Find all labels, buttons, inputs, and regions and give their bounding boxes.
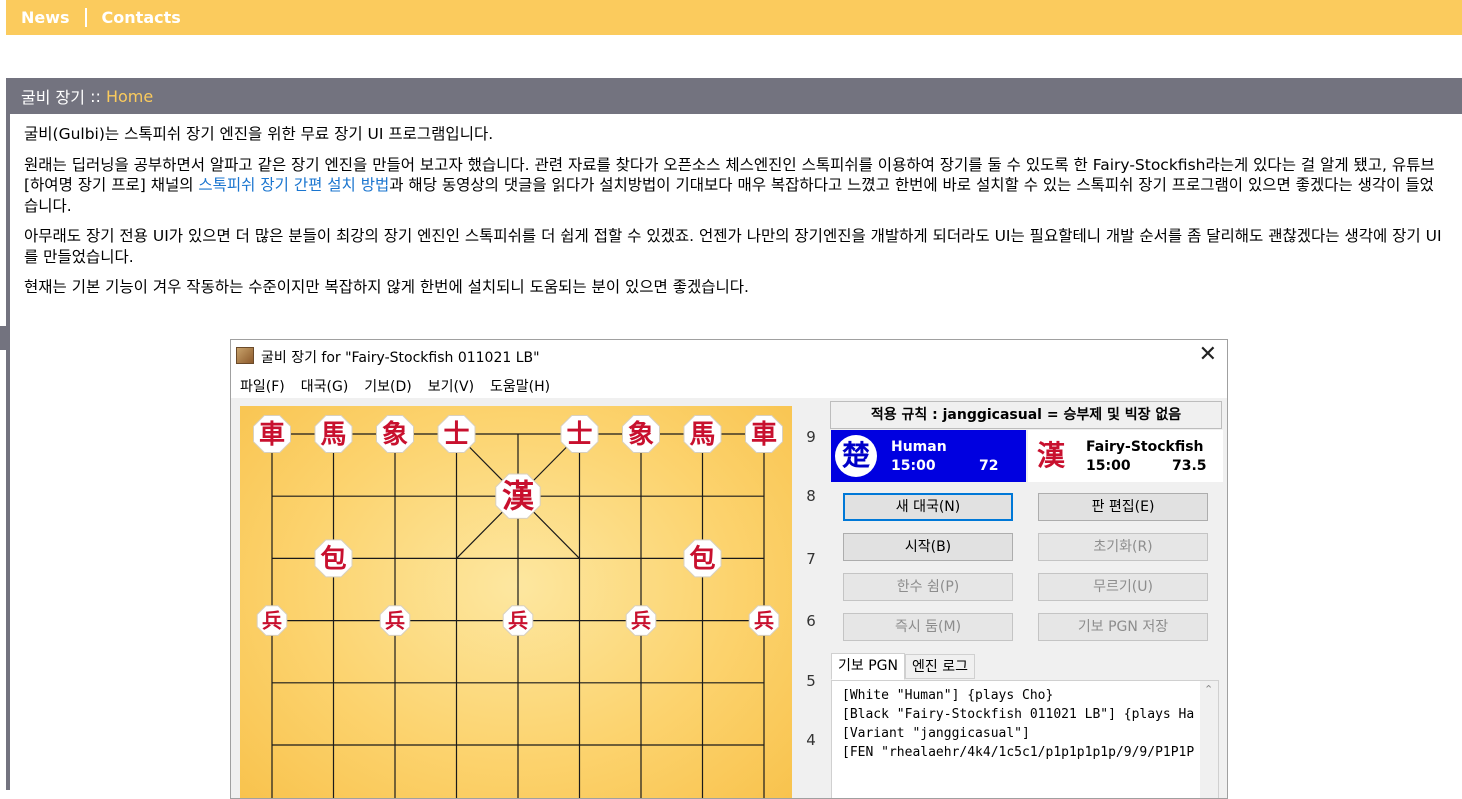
- move-now-button[interactable]: 즉시 둠(M): [843, 613, 1013, 641]
- cho-emblem: 楚: [835, 435, 877, 477]
- chevron-up-icon[interactable]: ⌃: [1204, 683, 1213, 696]
- tab-engine-log[interactable]: 엔진 로그: [904, 654, 975, 679]
- han-piece-glyph: 士: [566, 420, 592, 450]
- menu-file[interactable]: 파일(F): [231, 372, 293, 398]
- han-piece-glyph: 馬: [689, 420, 715, 450]
- nav-news-link[interactable]: News: [6, 8, 85, 28]
- breadcrumb-separator: ::: [90, 86, 101, 106]
- rank-label: 7: [806, 550, 816, 568]
- new-game-button[interactable]: 새 대국(N): [843, 493, 1013, 521]
- paragraph-intro: 굴비(Gulbi)는 스톡피쉬 장기 엔진을 위한 무료 장기 UI 프로그램입…: [24, 125, 494, 143]
- close-icon[interactable]: ✕: [1199, 344, 1217, 366]
- player-han-panel: 漢 Fairy-Stockfish 15:00 73.5: [1028, 430, 1223, 482]
- app-title: 굴비 장기 for "Fairy-Stockfish 011021 LB": [261, 350, 540, 366]
- rank-label: 6: [806, 612, 816, 630]
- paragraph-status: 현재는 기본 기능이 겨우 작동하는 수준이지만 복잡하지 않게 한번에 설치되…: [24, 278, 749, 296]
- content-left-border: [6, 114, 10, 790]
- han-piece-glyph: 士: [443, 420, 469, 450]
- app-icon: [236, 347, 254, 364]
- player-name: Fairy-Stockfish: [1086, 439, 1204, 455]
- reset-button[interactable]: 초기화(R): [1038, 533, 1208, 561]
- board-grid: 車 馬 象 士 士 象 馬 車漢包 包兵 兵 兵 兵 兵: [253, 415, 783, 798]
- menu-game[interactable]: 대국(G): [293, 372, 357, 398]
- han-piece-glyph: 兵: [385, 609, 405, 633]
- side-marker: [0, 326, 6, 350]
- rank-label: 8: [806, 487, 816, 505]
- menu-view[interactable]: 보기(V): [420, 372, 482, 398]
- pgn-text: [White "Human"] {plays Cho} [Black "Fair…: [842, 688, 1194, 760]
- player-score: 73.5: [1172, 458, 1207, 474]
- breadcrumb-home-link[interactable]: Home: [106, 87, 153, 106]
- app-screenshot-window: 굴비 장기 for "Fairy-Stockfish 011021 LB" ✕ …: [230, 339, 1228, 799]
- rules-banner: 적용 규칙 : janggicasual = 승부제 및 빅장 없음: [830, 401, 1222, 429]
- han-piece-glyph: 兵: [262, 609, 282, 633]
- tab-pgn[interactable]: 기보 PGN: [831, 653, 905, 680]
- han-piece-glyph: 車: [751, 420, 777, 450]
- han-piece-glyph: 包: [320, 543, 346, 574]
- paragraph-background: 원래는 딥러닝을 공부하면서 알파고 같은 장기 엔진을 만들어 보고자 했습니…: [24, 155, 1435, 215]
- janggi-board[interactable]: 車 馬 象 士 士 象 馬 車漢包 包兵 兵 兵 兵 兵: [240, 406, 792, 798]
- han-piece-glyph: 象: [628, 419, 654, 450]
- player-cho-panel: 楚 Human 15:00 72: [831, 430, 1026, 482]
- app-menu-bar: 파일(F) 대국(G) 기보(D) 보기(V) 도움말(H): [231, 372, 1227, 398]
- player-score: 72: [979, 458, 999, 474]
- han-piece-glyph: 兵: [754, 609, 774, 633]
- breadcrumb: 굴비 장기 :: Home: [6, 78, 1462, 114]
- pgn-scrollbar[interactable]: ⌃: [1200, 681, 1218, 798]
- menu-record[interactable]: 기보(D): [356, 372, 419, 398]
- han-emblem: 漢: [1036, 439, 1065, 472]
- undo-button[interactable]: 무르기(U): [1038, 573, 1208, 601]
- han-piece-glyph: 馬: [320, 420, 346, 450]
- log-tabs: 기보 PGN 엔진 로그: [831, 653, 975, 680]
- rank-label: 9: [806, 428, 816, 446]
- player-clock: 15:00: [1086, 458, 1131, 474]
- rank-label: 4: [806, 731, 816, 749]
- menu-help[interactable]: 도움말(H): [482, 372, 558, 398]
- install-guide-link[interactable]: 스톡피쉬 장기 간편 설치 방법: [198, 176, 389, 194]
- han-piece-glyph: 包: [689, 543, 715, 574]
- han-piece-glyph: 兵: [631, 609, 651, 633]
- top-nav: News Contacts: [6, 0, 1462, 35]
- han-piece-glyph: 漢: [502, 477, 535, 515]
- pgn-textarea[interactable]: [White "Human"] {plays Cho} [Black "Fair…: [831, 680, 1219, 798]
- han-piece-glyph: 兵: [508, 609, 528, 633]
- app-title-bar: 굴비 장기 for "Fairy-Stockfish 011021 LB" ✕: [231, 340, 1227, 372]
- save-pgn-button[interactable]: 기보 PGN 저장: [1038, 613, 1208, 641]
- player-clock: 15:00: [891, 458, 936, 474]
- site-title: 굴비 장기: [21, 88, 85, 107]
- rank-label: 5: [806, 672, 816, 690]
- start-button[interactable]: 시작(B): [843, 533, 1013, 561]
- article-content: 굴비(Gulbi)는 스톡피쉬 장기 엔진을 위한 무료 장기 UI 프로그램입…: [24, 124, 1442, 308]
- paragraph-motivation: 아무래도 장기 전용 UI가 있으면 더 많은 분들이 최강의 장기 엔진인 스…: [24, 227, 1442, 266]
- han-piece-glyph: 車: [259, 420, 285, 450]
- han-piece-glyph: 象: [382, 419, 408, 450]
- pass-button[interactable]: 한수 쉼(P): [843, 573, 1013, 601]
- player-name: Human: [891, 439, 947, 455]
- nav-contacts-link[interactable]: Contacts: [87, 8, 196, 28]
- edit-board-button[interactable]: 판 편집(E): [1038, 493, 1208, 521]
